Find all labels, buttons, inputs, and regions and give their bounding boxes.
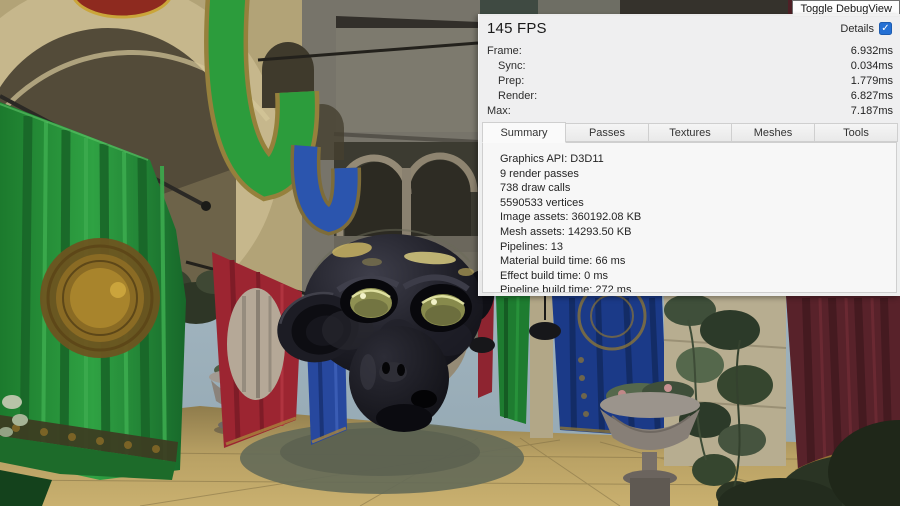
stat-row-render: Render: 6.827ms bbox=[487, 88, 893, 103]
app-window: Toggle DebugView 145 FPS Details ✓ Frame… bbox=[0, 0, 900, 506]
details-checkbox[interactable]: ✓ bbox=[879, 22, 892, 35]
stat-label: Prep: bbox=[498, 75, 524, 87]
summary-line-render-passes: 9 render passes bbox=[500, 167, 888, 182]
summary-line-pipeline-build: Pipeline build time: 272 ms bbox=[500, 283, 888, 293]
summary-line-material-build: Material build time: 66 ms bbox=[500, 254, 888, 269]
summary-tab-content: Graphics API: D3D11 9 render passes 738 … bbox=[482, 142, 897, 293]
stat-row-prep: Prep: 1.779ms bbox=[487, 73, 893, 88]
tab-meshes[interactable]: Meshes bbox=[731, 123, 815, 142]
stat-value: 7.187ms bbox=[851, 105, 893, 117]
tab-passes[interactable]: Passes bbox=[565, 123, 649, 142]
stat-value: 6.932ms bbox=[851, 45, 893, 57]
stat-value: 1.779ms bbox=[851, 75, 893, 87]
details-label: Details bbox=[840, 23, 874, 35]
stat-label: Render: bbox=[498, 90, 537, 102]
details-toggle[interactable]: Details ✓ bbox=[840, 22, 892, 35]
stat-row-sync: Sync: 0.034ms bbox=[487, 58, 893, 73]
monkey-shadow-core bbox=[280, 428, 480, 476]
tab-textures[interactable]: Textures bbox=[648, 123, 732, 142]
summary-line-pipelines: Pipelines: 13 bbox=[500, 240, 888, 255]
tab-bar: Summary Passes Textures Meshes Tools bbox=[482, 123, 897, 143]
stat-label: Max: bbox=[487, 105, 511, 117]
summary-line-image-assets: Image assets: 360192.08 KB bbox=[500, 210, 888, 225]
stat-value: 0.034ms bbox=[851, 60, 893, 72]
fps-counter: 145 FPS bbox=[487, 20, 547, 37]
tab-summary[interactable]: Summary bbox=[482, 122, 566, 143]
stat-label: Frame: bbox=[487, 45, 522, 57]
panel-header: 145 FPS Details ✓ bbox=[479, 14, 900, 41]
summary-line-mesh-assets: Mesh assets: 14293.50 KB bbox=[500, 225, 888, 240]
stat-value: 6.827ms bbox=[851, 90, 893, 102]
stat-row-max: Max: 7.187ms bbox=[487, 103, 893, 118]
summary-line-vertices: 5590533 vertices bbox=[500, 196, 888, 211]
summary-line-graphics-api: Graphics API: D3D11 bbox=[500, 152, 888, 167]
summary-line-draw-calls: 738 draw calls bbox=[500, 181, 888, 196]
tab-tools[interactable]: Tools bbox=[814, 123, 898, 142]
summary-line-effect-build: Effect build time: 0 ms bbox=[500, 269, 888, 284]
stat-row-frame: Frame: 6.932ms bbox=[487, 43, 893, 58]
stat-label: Sync: bbox=[498, 60, 526, 72]
frame-stats: Frame: 6.932ms Sync: 0.034ms Prep: 1.779… bbox=[479, 41, 900, 118]
debug-panel: 145 FPS Details ✓ Frame: 6.932ms Sync: 0… bbox=[478, 14, 900, 296]
